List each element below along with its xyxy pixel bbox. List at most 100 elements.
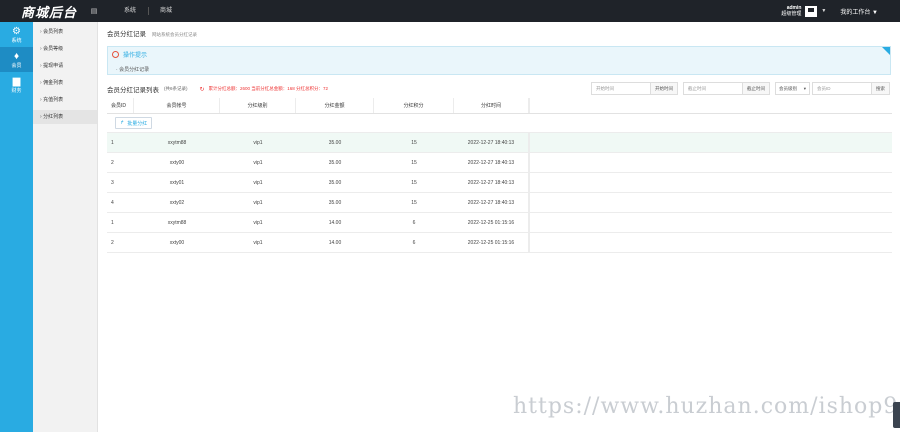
- cell-account: xxytm88: [167, 139, 187, 146]
- top-nav: 系统 商城: [112, 0, 184, 22]
- list-header: 会员分红记录列表 (共6条记录) ↻ 累计分红总额：2600 当前分红总金额：1…: [107, 84, 328, 94]
- page-subtitle: 网站系统会员分红记录: [152, 32, 197, 37]
- sidebar-item-label: 财务: [11, 87, 22, 94]
- cell-member-id: 3: [111, 179, 114, 186]
- cell-amount: 35.00: [328, 199, 342, 206]
- user-area: admin 超级管理 ▼ 我的工作台 ▼: [781, 0, 900, 22]
- topnav-item-mall[interactable]: 商城: [148, 0, 184, 22]
- col-spacer: [529, 98, 892, 113]
- menu-toggle-icon[interactable]: ▤: [88, 7, 100, 15]
- row-spacer: [529, 133, 892, 152]
- cell-amount: 35.00: [328, 179, 342, 186]
- table-row[interactable]: 4 xxty02 vip1 35.00 15 2022-12-27 18:40:13: [107, 193, 892, 213]
- submenu-item-commission[interactable]: 佣金列表: [33, 76, 97, 90]
- cell-points: 6: [412, 219, 416, 226]
- cell-time: 2022-12-27 18:40:13: [454, 153, 529, 172]
- table-row[interactable]: 2 xxty00 vip1 35.00 15 2022-12-27 18:40:13: [107, 153, 892, 173]
- watermark: https://www.huzhan.com/ishop9821: [513, 394, 900, 419]
- end-time-button[interactable]: 截止时间: [743, 82, 770, 95]
- submenu-item-dividend[interactable]: 分红列表: [33, 110, 97, 124]
- col-points: 分红积分: [374, 98, 454, 113]
- top-bar: 商城后台 ▤ 系统 商城 admin 超级管理 ▼ 我的工作台 ▼: [0, 0, 900, 22]
- record-count: (共6条记录): [164, 86, 188, 91]
- submenu-item-member-level[interactable]: 会员等级: [33, 42, 97, 56]
- submenu-item-recharge[interactable]: 充值列表: [33, 93, 97, 107]
- cell-account: xxty00: [169, 239, 185, 246]
- submenu-item-member-list[interactable]: 会员列表: [33, 25, 97, 39]
- batch-dividend-button[interactable]: ↱ 批量分红: [115, 117, 153, 129]
- refresh-icon[interactable]: ↻: [200, 86, 205, 93]
- select-value: 会员级别: [779, 85, 797, 91]
- user-role: 超级管理: [781, 11, 802, 17]
- summary-text: 累计分红总额：2600 当前分红总金额：168 分红总积分：72: [208, 86, 329, 91]
- table-row[interactable]: 3 xxty01 vip1 35.00 15 2022-12-27 18:40:13: [107, 173, 892, 193]
- table-body: 1 xxytm88 vip1 35.00 15 2022-12-27 18:40:13 2 x…: [107, 133, 892, 253]
- member-id-input[interactable]: 会员ID: [812, 82, 872, 95]
- avatar[interactable]: [805, 5, 818, 17]
- share-icon: ↱: [120, 120, 125, 126]
- side-float-tab[interactable]: [893, 402, 900, 428]
- topnav-item-system[interactable]: 系统: [112, 0, 148, 22]
- page-title: 会员分红记录: [107, 31, 146, 38]
- workbench-menu[interactable]: 我的工作台 ▼: [840, 7, 878, 16]
- table-row[interactable]: 1 xxytm88 vip1 14.00 6 2022-12-25 01:15:16: [107, 213, 892, 233]
- search-button[interactable]: 搜索: [872, 82, 890, 95]
- filter-bar: 开始时间 开始时间 截止时间 截止时间 会员级别 ▾ 会员ID 搜索: [591, 82, 890, 95]
- row-spacer: [529, 153, 892, 172]
- sidebar-item-system[interactable]: ⚙ 系统: [0, 22, 33, 47]
- cell-level: vip1: [253, 159, 263, 166]
- cell-time: 2022-12-27 18:40:13: [454, 133, 529, 152]
- chart-icon: ▆: [12, 75, 21, 87]
- table-toolbar: ↱ 批量分红: [107, 114, 892, 133]
- col-amount: 分红金额: [296, 98, 374, 113]
- tips-line: · 会员分红记录: [116, 67, 150, 73]
- collapse-corner-icon[interactable]: [882, 47, 890, 55]
- member-level-select[interactable]: 会员级别 ▾: [775, 82, 810, 95]
- cell-points: 15: [411, 139, 417, 146]
- sidebar-item-member[interactable]: ♦ 会员: [0, 47, 33, 72]
- submenu-item-withdraw[interactable]: 提现申请: [33, 59, 97, 73]
- cell-member-id: 1: [111, 219, 114, 226]
- row-spacer: [529, 193, 892, 212]
- cell-member-id: 4: [111, 199, 114, 206]
- cell-account: xxytm88: [167, 219, 187, 226]
- cell-level: vip1: [253, 199, 263, 206]
- sidebar-item-finance[interactable]: ▆ 财务: [0, 72, 33, 97]
- cell-member-id: 2: [111, 159, 114, 166]
- row-spacer: [529, 213, 892, 232]
- sidebar-item-label: 会员: [11, 62, 22, 69]
- tips-text: 会员分红记录: [119, 67, 150, 73]
- sidebar-item-label: 系统: [11, 37, 22, 44]
- main-content: 会员分红记录 网站系统会员分红记录 操作提示 · 会员分红记录 会员分红记录列表…: [98, 22, 900, 432]
- cell-time: 2022-12-27 18:40:13: [454, 193, 529, 212]
- cell-points: 15: [411, 199, 417, 206]
- records-table: 会员ID 会员帐号 分红级别 分红金额 分红积分 分红时间 ↱ 批量分红 1 xxy…: [107, 98, 892, 253]
- start-time-input[interactable]: 开始时间: [591, 82, 651, 95]
- col-time: 分红时间: [454, 98, 529, 113]
- user-info: admin 超级管理: [781, 5, 801, 17]
- cell-level: vip1: [253, 179, 263, 186]
- cell-amount: 35.00: [328, 139, 342, 146]
- cell-account: xxty00: [169, 159, 185, 166]
- start-time-button[interactable]: 开始时间: [651, 82, 678, 95]
- chevron-down-icon[interactable]: ▼: [821, 8, 826, 14]
- cell-points: 15: [411, 159, 417, 166]
- cell-amount: 14.00: [328, 239, 342, 246]
- chevron-down-icon: ▾: [803, 85, 806, 91]
- table-row[interactable]: 2 xxty00 vip1 14.00 6 2022-12-25 01:15:16: [107, 233, 892, 253]
- list-title: 会员分红记录列表: [107, 87, 159, 94]
- cell-time: 2022-12-25 01:15:16: [454, 233, 529, 252]
- cell-time: 2022-12-25 01:15:16: [454, 213, 529, 232]
- tips-header: 操作提示: [112, 50, 147, 59]
- table-row[interactable]: 1 xxytm88 vip1 35.00 15 2022-12-27 18:40:13: [107, 133, 892, 153]
- tips-title: 操作提示: [123, 53, 148, 59]
- cell-account: xxty01: [169, 179, 185, 186]
- cell-level: vip1: [253, 239, 263, 246]
- table-header: 会员ID 会员帐号 分红级别 分红金额 分红积分 分红时间: [107, 98, 892, 114]
- cell-level: vip1: [253, 139, 263, 146]
- col-member-id: 会员ID: [107, 98, 134, 113]
- cell-points: 15: [411, 179, 417, 186]
- end-time-input[interactable]: 截止时间: [683, 82, 743, 95]
- cell-points: 6: [412, 239, 416, 246]
- breadcrumb: 会员分红记录 网站系统会员分红记录: [107, 28, 197, 38]
